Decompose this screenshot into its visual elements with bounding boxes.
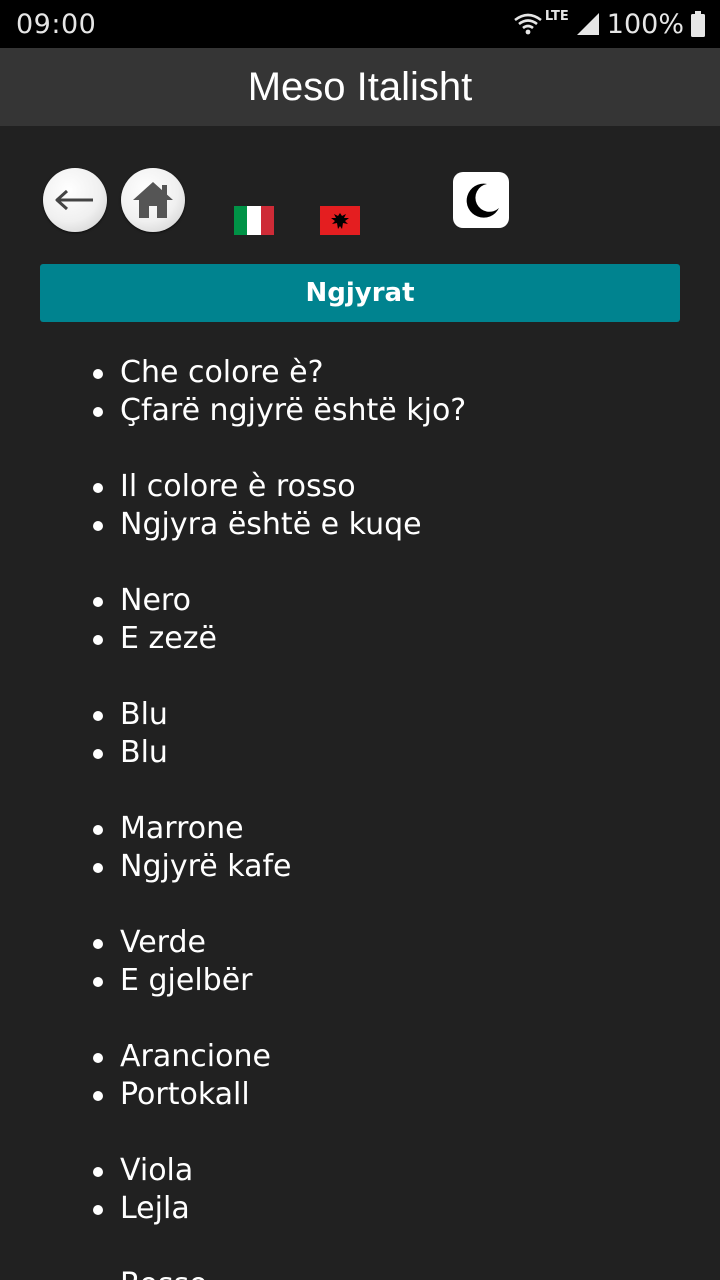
night-mode-button[interactable] (453, 172, 509, 228)
phrase-albanian[interactable]: Çfarë ngjyrë është kjo? (0, 392, 720, 430)
section-header: Ngjyrat (40, 264, 680, 322)
network-type: LTE (544, 8, 569, 24)
phrase-italian[interactable]: Viola (0, 1152, 720, 1190)
app-bar: Meso Italisht (0, 48, 720, 126)
phrase-italian[interactable]: Arancione (0, 1038, 720, 1076)
toolbar (0, 126, 720, 256)
phrase-albanian[interactable]: Lejla (0, 1190, 720, 1228)
phrase-pair: Che colore è? Çfarë ngjyrë është kjo? (0, 354, 720, 430)
phrase-italian[interactable]: Nero (0, 582, 720, 620)
italy-flag-icon[interactable] (234, 206, 274, 235)
home-icon (133, 182, 173, 218)
phrase-pair: Rosso (0, 1266, 720, 1280)
phrase-italian[interactable]: Marrone (0, 810, 720, 848)
home-button[interactable] (121, 168, 185, 232)
section-title: Ngjyrat (305, 278, 415, 308)
phrase-albanian[interactable]: E gjelbër (0, 962, 720, 1000)
phrase-albanian[interactable]: Ngjyrë kafe (0, 848, 720, 886)
status-time: 09:00 (16, 8, 97, 40)
phrase-list: Che colore è? Çfarë ngjyrë është kjo? Il… (0, 354, 720, 1280)
phrase-italian[interactable]: Rosso (0, 1266, 720, 1280)
status-bar: 09:00 LTE 100% (0, 0, 720, 48)
status-icons: LTE 100% (513, 9, 706, 40)
phrase-pair: Arancione Portokall (0, 1038, 720, 1114)
arrow-left-icon (55, 189, 93, 211)
phrase-pair: Verde E gjelbër (0, 924, 720, 1000)
phrase-albanian[interactable]: Ngjyra është e kuqe (0, 506, 720, 544)
phrase-albanian[interactable]: Blu (0, 734, 720, 772)
back-button[interactable] (43, 168, 107, 232)
phrase-albanian[interactable]: E zezë (0, 620, 720, 658)
phrase-pair: Viola Lejla (0, 1152, 720, 1228)
phrase-pair: Marrone Ngjyrë kafe (0, 810, 720, 886)
phrase-italian[interactable]: Verde (0, 924, 720, 962)
wifi-icon (514, 13, 542, 35)
battery-percent: 100% (606, 8, 684, 40)
app-title: Meso Italisht (247, 64, 473, 109)
albania-eagle-icon (331, 212, 349, 229)
phrase-italian[interactable]: Che colore è? (0, 354, 720, 392)
phrase-pair: Nero E zezë (0, 582, 720, 658)
phrase-albanian[interactable]: Portokall (0, 1076, 720, 1114)
albania-flag-icon[interactable] (320, 206, 360, 235)
battery-icon (691, 11, 705, 37)
phrase-italian[interactable]: Il colore è rosso (0, 468, 720, 506)
phrase-pair: Il colore è rosso Ngjyra është e kuqe (0, 468, 720, 544)
phrase-pair: Blu Blu (0, 696, 720, 772)
crescent-moon-icon (466, 183, 499, 218)
signal-icon (576, 13, 599, 35)
phrase-italian[interactable]: Blu (0, 696, 720, 734)
